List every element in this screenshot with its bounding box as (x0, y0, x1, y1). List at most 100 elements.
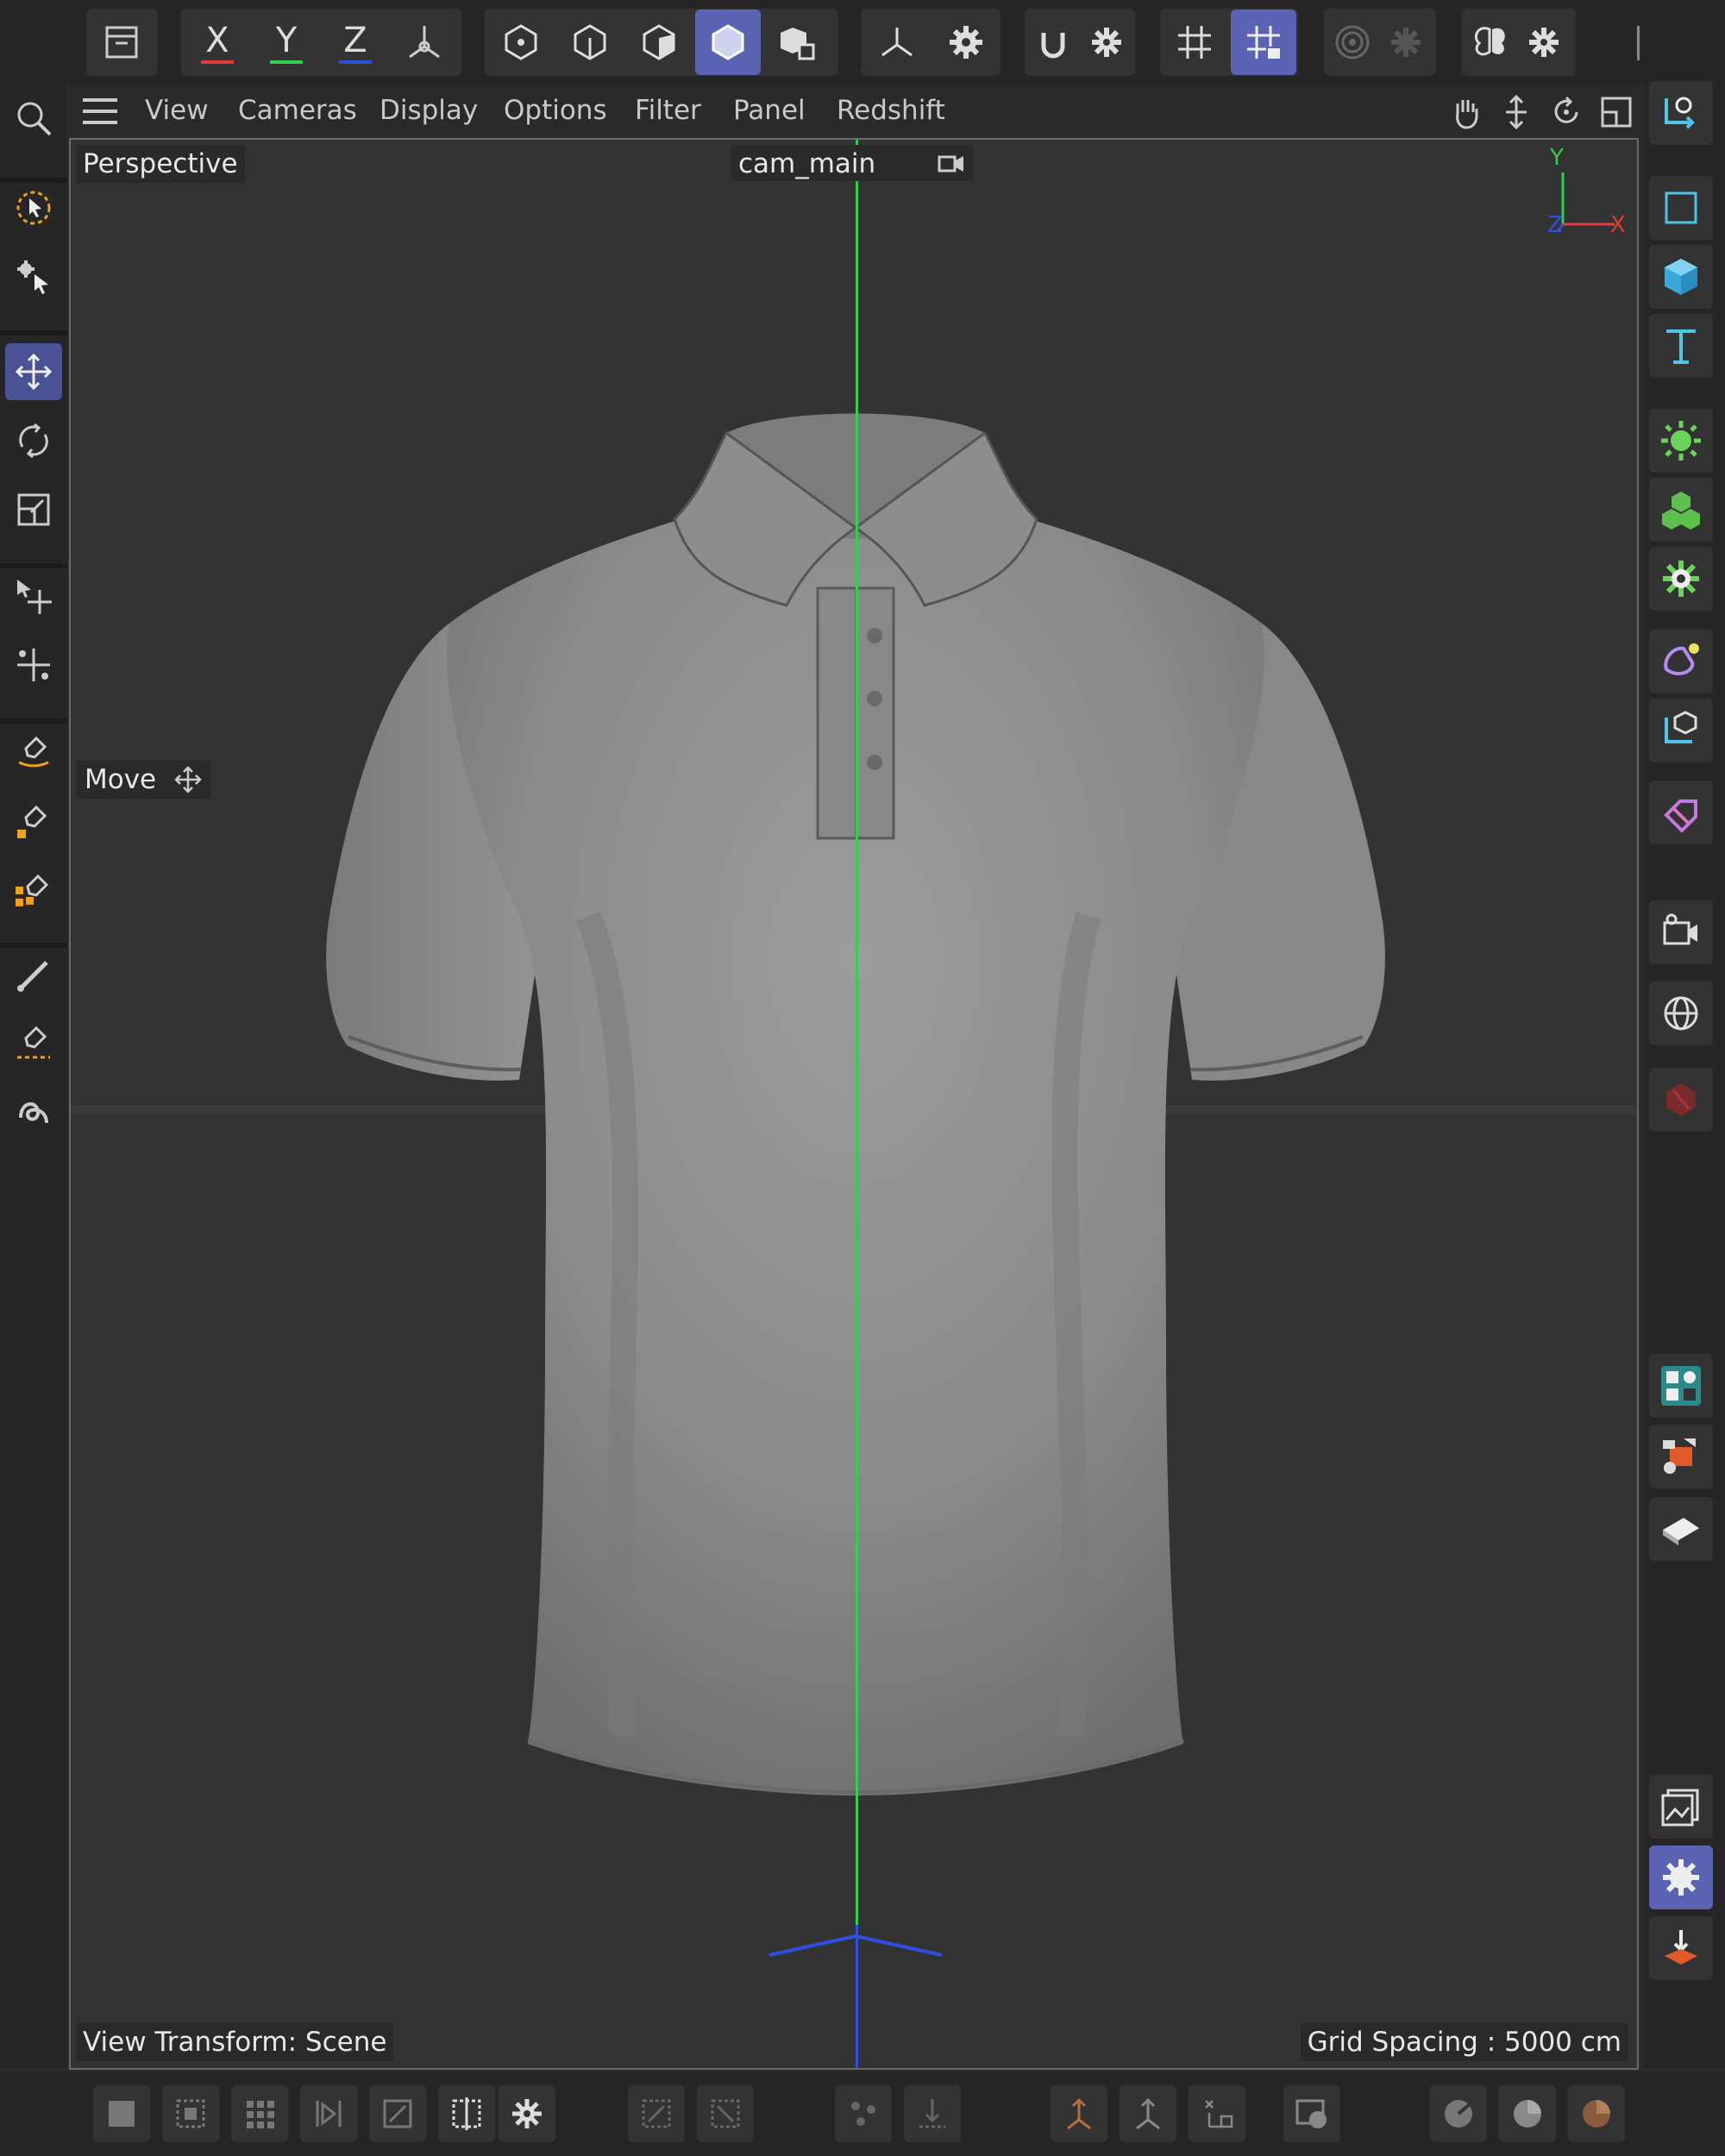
ik-chain-icon[interactable] (1120, 2085, 1176, 2142)
menu-display[interactable]: Display (380, 95, 478, 126)
group-axes: X Y Z (181, 9, 461, 76)
sky-environment-icon[interactable] (1649, 981, 1713, 1045)
camera-name: cam_main (738, 148, 876, 179)
joint-tool-icon[interactable] (1051, 2085, 1107, 2142)
drop-to-floor-icon[interactable] (904, 2085, 961, 2142)
world-origin-marker (768, 1934, 943, 1957)
camera-object-icon[interactable] (1649, 900, 1713, 964)
menu-cameras[interactable]: Cameras (238, 95, 357, 126)
text-object-icon[interactable] (1649, 314, 1713, 378)
menu-filter[interactable]: Filter (635, 95, 701, 126)
generator-icon[interactable] (1649, 409, 1713, 473)
cube-primitive-icon[interactable] (1649, 245, 1713, 309)
axis-y-lock-button[interactable]: Y (254, 9, 319, 75)
render-active-icon[interactable] (162, 2085, 219, 2142)
soft-selection-gear-icon[interactable] (1379, 9, 1433, 75)
frame-corner-icon[interactable] (369, 2085, 426, 2142)
spline-arc-icon[interactable] (5, 1016, 62, 1073)
placement-tool-icon[interactable] (5, 636, 62, 693)
axis-z-underline (339, 60, 372, 64)
render-view-icon[interactable] (1649, 1775, 1713, 1839)
viewport-menubar: View Cameras Display Options Filter Pane… (69, 85, 1639, 138)
gizmo-y-label: Y (1550, 145, 1564, 171)
model-mode-icon[interactable] (488, 9, 554, 75)
grid-lock-icon[interactable] (1231, 9, 1296, 75)
axis-x-underline (201, 60, 234, 64)
render-export-icon[interactable] (1649, 1916, 1713, 1980)
spline-sketch-icon[interactable] (5, 793, 62, 850)
transform-tool-icon[interactable] (5, 567, 62, 624)
make-editable-icon[interactable] (1649, 81, 1713, 145)
effector-icon[interactable] (1649, 547, 1713, 611)
selection-tool-icon[interactable] (5, 248, 62, 305)
deformer-icon[interactable] (1649, 630, 1713, 693)
maximize-view-icon[interactable] (1597, 93, 1635, 131)
axis-settings-gear-icon[interactable] (933, 9, 999, 75)
field-object-icon[interactable] (1649, 699, 1713, 762)
live-selection-icon[interactable] (5, 179, 62, 236)
archive-icon[interactable] (89, 9, 154, 75)
symmetry-gear-icon[interactable] (1517, 9, 1571, 75)
uv-scale-icon[interactable] (628, 2085, 685, 2142)
pan-hand-icon[interactable] (1447, 93, 1485, 131)
dolly-move-icon[interactable] (1497, 93, 1535, 131)
orbit-rotate-icon[interactable] (1547, 93, 1585, 131)
menu-redshift[interactable]: Redshift (837, 95, 945, 126)
rotate-tool-icon[interactable] (5, 412, 62, 469)
camera-selector[interactable]: cam_main (731, 145, 973, 181)
brush-icon[interactable] (5, 947, 62, 1004)
split-view-icon[interactable] (438, 2085, 495, 2142)
tag-icon[interactable] (1649, 780, 1713, 844)
symmetry-butterfly-icon[interactable] (1464, 9, 1517, 75)
group-soft-selection (1324, 9, 1436, 76)
grid-snap-icon[interactable] (1162, 9, 1227, 75)
spline-pen-icon[interactable] (5, 724, 62, 781)
group-axis-tools (861, 9, 1000, 76)
axis-z-lock-button[interactable]: Z (323, 9, 388, 75)
left-separator (0, 718, 67, 724)
menu-options[interactable]: Options (504, 95, 607, 126)
shading-quick-icon[interactable] (1499, 2085, 1556, 2142)
cloner-icon[interactable] (1649, 478, 1713, 542)
axis-x-lock-button[interactable]: X (185, 9, 250, 75)
redshift-object-icon[interactable] (1649, 1068, 1713, 1131)
shading-gouraud-icon[interactable] (1430, 2085, 1487, 2142)
render-settings-icon[interactable] (1649, 1846, 1713, 1909)
axis-mode-icon[interactable] (864, 9, 930, 75)
3d-viewport[interactable]: Perspective cam_main Move Y X Z View Tra… (69, 138, 1639, 2070)
asset-browser-icon[interactable] (1649, 1354, 1713, 1418)
points-scatter-icon[interactable] (835, 2085, 892, 2142)
left-toolbar (0, 85, 67, 2068)
edges-mode-icon[interactable] (626, 9, 692, 75)
shading-redshift-icon[interactable] (1568, 2085, 1625, 2142)
uv-collapse-icon[interactable] (697, 2085, 754, 2142)
uv-mode-icon[interactable] (764, 9, 830, 75)
hamburger-menu-icon[interactable] (83, 98, 117, 124)
points-mode-icon[interactable] (557, 9, 623, 75)
scale-tool-icon[interactable] (5, 481, 62, 538)
coordinate-system-icon[interactable] (392, 9, 457, 75)
sculpt-icon[interactable] (5, 1085, 62, 1142)
bottom-settings-gear-icon[interactable] (499, 2085, 555, 2142)
spline-smooth-icon[interactable] (5, 862, 62, 919)
search-icon[interactable] (5, 90, 62, 147)
material-editor-icon[interactable] (1283, 2085, 1340, 2142)
polo-shirt-model[interactable] (71, 140, 1639, 2070)
frame-step-icon[interactable] (300, 2085, 357, 2142)
group-snap (1025, 9, 1135, 76)
group-undo (86, 9, 157, 76)
null-object-icon[interactable] (1649, 176, 1713, 240)
render-grid-icon[interactable] (231, 2085, 288, 2142)
view-name-label[interactable]: Perspective (76, 145, 245, 183)
menu-view[interactable]: View (145, 95, 209, 126)
soft-selection-icon[interactable] (1326, 9, 1379, 75)
move-tool-icon[interactable] (5, 343, 62, 400)
scene-nodes-icon[interactable] (1649, 1425, 1713, 1489)
floor-plane-icon[interactable] (1649, 1497, 1713, 1561)
snap-magnet-icon[interactable] (1026, 9, 1080, 75)
polygons-mode-icon[interactable] (695, 9, 761, 75)
axis-center-icon[interactable] (1189, 2085, 1245, 2142)
snap-settings-gear-icon[interactable] (1080, 9, 1133, 75)
render-region-icon[interactable] (93, 2085, 150, 2142)
menu-panel[interactable]: Panel (733, 95, 806, 126)
